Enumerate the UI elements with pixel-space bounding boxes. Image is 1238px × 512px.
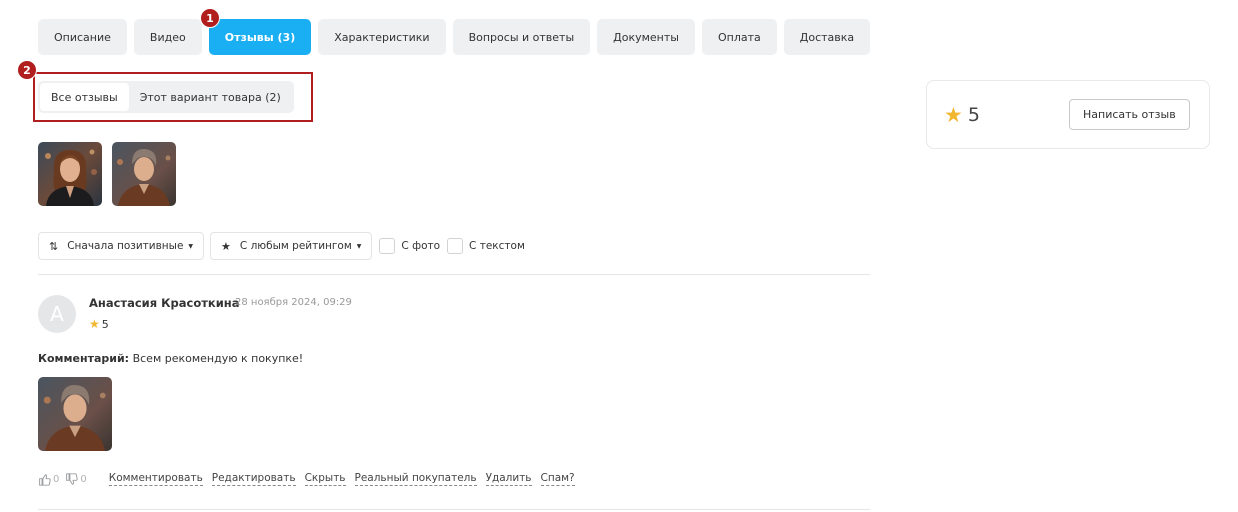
divider (38, 509, 870, 510)
tab-reviews[interactable]: Отзывы (3) (208, 19, 312, 55)
sort-dropdown[interactable]: ⇅ Сначала позитивные ▼ (38, 232, 205, 260)
delete-link[interactable]: Удалить (485, 472, 532, 486)
subtab-all-reviews[interactable]: Все отзывы (40, 83, 129, 111)
tab-video[interactable]: Видео (133, 19, 202, 55)
real-buyer-link[interactable]: Реальный покупатель (354, 472, 477, 486)
dislike-count: 0 (80, 473, 87, 485)
review-photo[interactable] (38, 377, 112, 451)
checkbox-box[interactable] (447, 238, 464, 254)
review-subtabs: Все отзывы Этот вариант товара (2) (38, 81, 294, 113)
with-text-checkbox[interactable]: С текстом (447, 238, 525, 254)
write-review-button[interactable]: Написать отзыв (1069, 99, 1190, 130)
average-rating: ★ 5 (944, 103, 980, 127)
woman-portrait-image (38, 377, 112, 451)
review-author: Анастасия Красоткина (89, 296, 240, 310)
edit-link[interactable]: Редактировать (211, 472, 296, 486)
subtab-this-variant[interactable]: Этот вариант товара (2) (129, 83, 292, 111)
review-actions: 0 0 Комментировать Редактировать Скрыть … (38, 472, 575, 486)
tab-specifications[interactable]: Характеристики (318, 19, 446, 55)
with-photo-label: С фото (401, 240, 441, 252)
annotation-badge-2: 2 (17, 60, 37, 80)
woman-portrait-image (112, 142, 176, 206)
caret-down-icon: ▼ (188, 242, 194, 250)
review-comment: Комментарий: Всем рекомендую к покупке! (38, 352, 303, 365)
tab-description[interactable]: Описание (38, 19, 127, 55)
thumbs-down-icon (66, 472, 79, 485)
comment-text: Всем рекомендую к покупке! (132, 352, 304, 365)
like-count: 0 (53, 473, 60, 485)
annotation-badge-1: 1 (200, 8, 220, 28)
tab-questions[interactable]: Вопросы и ответы (452, 19, 591, 55)
review-filters: ⇅ Сначала позитивные ▼ ★ С любым рейтинг… (38, 232, 525, 260)
review-photo-thumbnail[interactable] (112, 142, 176, 206)
review-rating-value: 5 (101, 317, 109, 331)
sort-label: Сначала позитивные (67, 240, 184, 252)
thumbs-up-icon (39, 473, 51, 486)
star-icon: ★ (944, 103, 963, 127)
spam-link[interactable]: Спам? (540, 472, 575, 486)
with-text-label: С текстом (469, 240, 525, 252)
tab-payment[interactable]: Оплата (701, 19, 777, 55)
woman-portrait-image (38, 142, 102, 206)
checkbox-box[interactable] (379, 238, 396, 254)
average-rating-value: 5 (967, 104, 980, 126)
review-photo-thumbnail[interactable] (38, 142, 102, 206)
rating-filter-label: С любым рейтингом (239, 240, 352, 252)
star-icon: ★ (221, 239, 231, 253)
avatar: А (38, 295, 76, 333)
review-rating: ★ 5 (89, 317, 109, 331)
comment-label: Комментарий: (38, 352, 130, 365)
star-icon: ★ (89, 317, 100, 331)
divider (38, 274, 870, 275)
review-date: 28 ноября 2024, 09:29 (235, 297, 352, 308)
caret-down-icon: ▼ (356, 242, 362, 250)
rating-filter-dropdown[interactable]: ★ С любым рейтингом ▼ (210, 232, 373, 260)
dislike-button[interactable]: 0 (65, 472, 87, 486)
rating-summary-card: ★ 5 Написать отзыв (926, 80, 1210, 149)
with-photo-checkbox[interactable]: С фото (379, 238, 440, 254)
product-tabs: Описание Видео Отзывы (3) Характеристики… (38, 19, 871, 55)
sort-icon: ⇅ (49, 239, 59, 253)
tab-documents[interactable]: Документы (597, 19, 695, 55)
tab-delivery[interactable]: Доставка (783, 19, 871, 55)
hide-link[interactable]: Скрыть (304, 472, 346, 486)
comment-link[interactable]: Комментировать (108, 472, 203, 486)
like-button[interactable]: 0 (38, 473, 59, 486)
